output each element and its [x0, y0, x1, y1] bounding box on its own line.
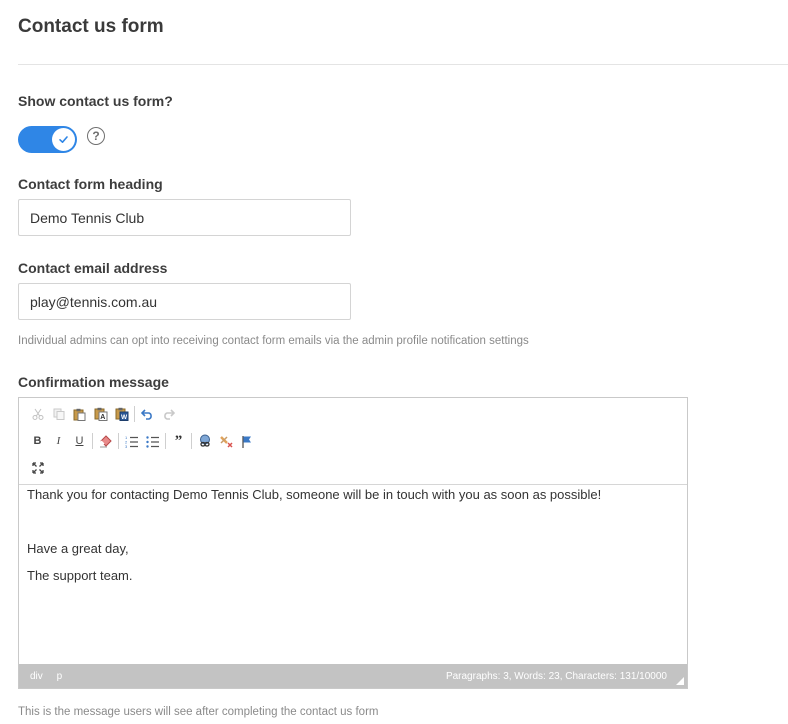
toolbar-separator — [191, 433, 192, 449]
underline-icon[interactable]: U — [69, 431, 90, 451]
link-icon[interactable] — [194, 431, 215, 451]
show-form-toggle[interactable] — [18, 126, 77, 153]
anchor-flag-icon[interactable] — [236, 431, 257, 451]
bold-icon[interactable]: B — [27, 431, 48, 451]
editor-status-bar: div p Paragraphs: 3, Words: 23, Characte… — [19, 664, 687, 688]
email-hint: Individual admins can opt into receiving… — [18, 335, 529, 347]
path-item-p[interactable]: p — [57, 671, 63, 682]
italic-icon[interactable]: I — [48, 431, 69, 451]
header-divider — [18, 64, 788, 65]
numbered-list-icon[interactable]: 123 — [121, 431, 142, 451]
copy-icon[interactable] — [48, 404, 69, 424]
toolbar-row-clipboard: A W — [27, 403, 179, 425]
checkmark-icon — [59, 136, 68, 143]
confirmation-label: Confirmation message — [18, 374, 169, 390]
confirmation-hint: This is the message users will see after… — [18, 706, 379, 718]
svg-text:W: W — [121, 414, 128, 421]
email-input[interactable] — [18, 283, 351, 320]
word-count: Paragraphs: 3, Words: 23, Characters: 13… — [445, 670, 667, 682]
toggle-knob — [52, 128, 75, 151]
resize-handle[interactable] — [676, 677, 684, 685]
toolbar-separator — [92, 433, 93, 449]
svg-text:A: A — [100, 414, 105, 421]
toolbar-separator — [118, 433, 119, 449]
help-icon[interactable]: ? — [87, 127, 105, 145]
blockquote-icon[interactable]: ” — [168, 431, 189, 451]
bulleted-list-icon[interactable] — [142, 431, 163, 451]
toolbar-separator — [134, 406, 135, 422]
cut-icon[interactable] — [27, 404, 48, 424]
svg-text:3: 3 — [125, 444, 128, 448]
remove-format-icon[interactable] — [95, 431, 116, 451]
redo-icon[interactable] — [158, 404, 179, 424]
element-path: div p — [30, 671, 73, 682]
maximize-icon[interactable] — [27, 458, 48, 478]
unlink-icon[interactable] — [215, 431, 236, 451]
show-form-label: Show contact us form? — [18, 93, 173, 109]
paste-icon[interactable] — [69, 404, 90, 424]
message-line: The support team. — [27, 568, 133, 583]
heading-input[interactable] — [18, 199, 351, 236]
page-title: Contact us form — [18, 16, 164, 37]
toolbar-row-format: B I U 123 ” — [27, 430, 257, 452]
heading-field-label: Contact form heading — [18, 176, 163, 192]
email-field-label: Contact email address — [18, 260, 168, 276]
editor-toolbar: A W B I U 123 ” — [19, 398, 687, 485]
undo-icon[interactable] — [137, 404, 158, 424]
paste-word-icon[interactable]: W — [111, 404, 132, 424]
path-item-div[interactable]: div — [30, 671, 43, 682]
paste-text-icon[interactable]: A — [90, 404, 111, 424]
rich-text-editor: A W B I U 123 ” Thank you for contacting… — [18, 397, 688, 689]
message-line: Have a great day, — [27, 541, 129, 556]
toolbar-row-tools — [27, 457, 48, 479]
editor-content[interactable]: Thank you for contacting Demo Tennis Clu… — [19, 485, 687, 665]
message-line: Thank you for contacting Demo Tennis Clu… — [27, 487, 602, 502]
toolbar-separator — [165, 433, 166, 449]
